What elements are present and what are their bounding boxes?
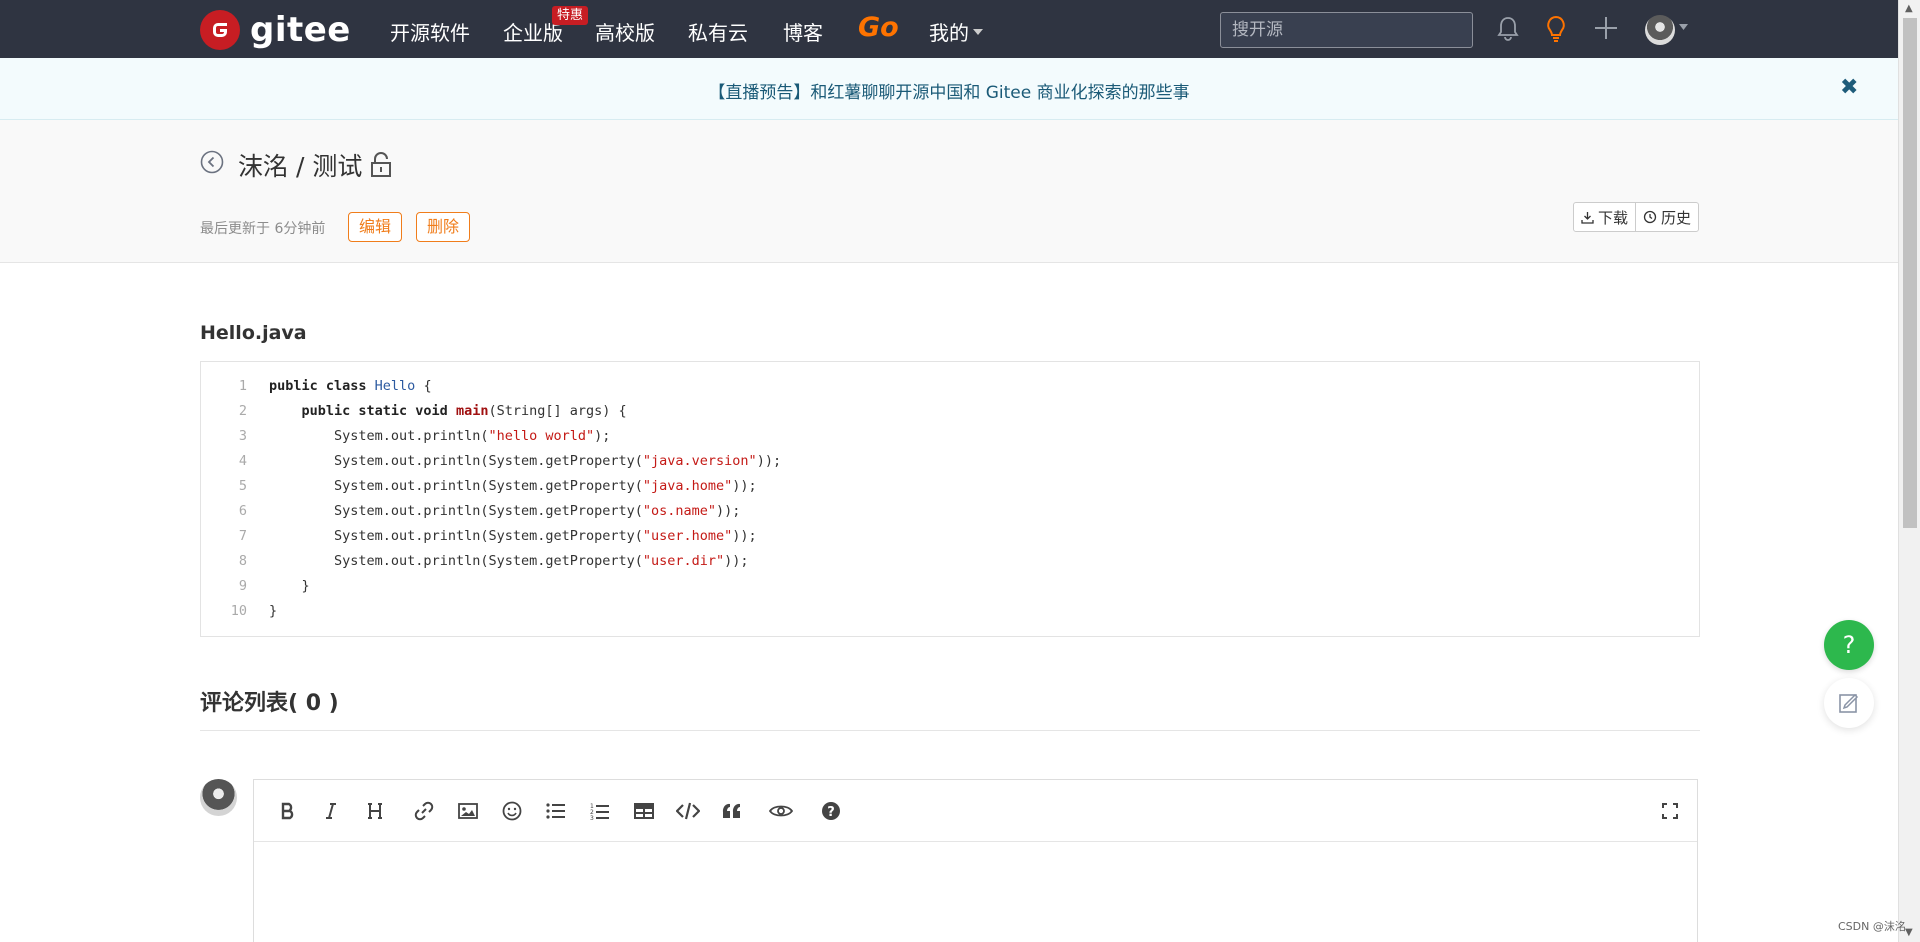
- nav-go[interactable]: Go: [858, 12, 899, 43]
- link-icon[interactable]: [412, 799, 436, 823]
- code-line: 6 System.out.println(System.getProperty(…: [201, 499, 1699, 524]
- editor-toolbar: 123 ?: [254, 780, 1697, 842]
- back-icon[interactable]: [200, 150, 224, 174]
- scroll-down-icon[interactable]: ▼: [1905, 927, 1913, 938]
- top-navbar: gitee 开源软件 企业版 特惠 高校版 私有云 博客 Go 我的: [0, 0, 1898, 58]
- caret-down-icon[interactable]: [1679, 24, 1688, 30]
- nav-university[interactable]: 高校版: [595, 17, 655, 46]
- code-line: 7 System.out.println(System.getProperty(…: [201, 524, 1699, 549]
- last-updated: 最后更新于 6分钟前: [200, 221, 326, 237]
- code-line: 3 System.out.println("hello world");: [201, 424, 1699, 449]
- line-number: 3: [238, 428, 247, 444]
- snippet-title: 沫洺 / 测试: [238, 152, 363, 181]
- bullet-list-icon[interactable]: [544, 799, 568, 823]
- code-icon[interactable]: [676, 799, 700, 823]
- line-number: 4: [238, 453, 247, 469]
- code-line: 5 System.out.println(System.getProperty(…: [201, 474, 1699, 499]
- bell-icon[interactable]: [1497, 15, 1519, 41]
- nav-open-source[interactable]: 开源软件: [390, 17, 470, 46]
- quote-icon[interactable]: [720, 799, 744, 823]
- page-scrollbar[interactable]: ▲ ▼: [1898, 0, 1920, 942]
- svg-text:?: ?: [827, 805, 835, 820]
- code-line: 8 System.out.println(System.getProperty(…: [201, 549, 1699, 574]
- table-icon[interactable]: [632, 799, 656, 823]
- fullscreen-icon[interactable]: [1658, 799, 1682, 823]
- line-number: 9: [238, 578, 247, 594]
- help-icon[interactable]: ?: [819, 799, 843, 823]
- help-button[interactable]: ?: [1824, 620, 1874, 670]
- italic-icon[interactable]: [319, 799, 343, 823]
- edit-button[interactable]: 编辑: [348, 212, 403, 242]
- page-title: 沫洺 / 测试: [238, 147, 392, 183]
- caret-down-icon: [973, 28, 983, 35]
- history-label: 历史: [1661, 208, 1692, 227]
- code-line: 4 System.out.println(System.getProperty(…: [201, 449, 1699, 474]
- bold-icon[interactable]: [276, 799, 300, 823]
- lock-icon: [371, 152, 392, 177]
- line-number: 6: [238, 503, 247, 519]
- heading-icon[interactable]: [363, 799, 387, 823]
- history-button[interactable]: 历史: [1635, 203, 1698, 231]
- code-line: 10}: [201, 599, 1699, 624]
- code-line: 9 }: [201, 574, 1699, 599]
- nav-private-cloud[interactable]: 私有云: [688, 17, 748, 46]
- nav-mine-label: 我的: [929, 21, 969, 45]
- file-name: Hello.java: [200, 322, 307, 344]
- nav-blog[interactable]: 博客: [783, 17, 823, 46]
- code-line: 1 public class Hello {: [201, 374, 1699, 399]
- logo-text: gitee: [250, 10, 351, 50]
- user-avatar[interactable]: [1645, 15, 1675, 45]
- snippet-header: 沫洺 / 测试 最后更新于 6分钟前 编辑 删除 下载 历史: [0, 120, 1898, 263]
- close-icon[interactable]: ✖: [1840, 75, 1858, 100]
- download-icon: [1581, 211, 1594, 224]
- snippet-actions: 下载 历史: [1573, 202, 1700, 232]
- search-input[interactable]: [1220, 12, 1473, 48]
- line-number: 1: [238, 378, 247, 394]
- feedback-button[interactable]: [1824, 678, 1874, 728]
- comments-title: 评论列表( 0 ): [200, 691, 339, 716]
- image-icon[interactable]: [456, 799, 480, 823]
- comment-editor[interactable]: 123 ?: [253, 779, 1698, 942]
- nav-promo-badge: 特惠: [552, 6, 589, 25]
- nav-mine-dropdown[interactable]: 我的: [929, 17, 983, 46]
- emoji-icon[interactable]: [500, 799, 524, 823]
- svg-text:3: 3: [590, 815, 594, 820]
- history-icon: [1643, 210, 1657, 224]
- scroll-thumb[interactable]: [1903, 18, 1917, 528]
- avatar: [200, 779, 237, 816]
- code-line: 2 public static void main(String[] args)…: [201, 399, 1699, 424]
- gitee-logo-icon: [200, 10, 240, 50]
- line-number: 2: [238, 403, 247, 419]
- divider: [200, 730, 1700, 731]
- plus-icon[interactable]: [1594, 15, 1618, 41]
- announcement-text[interactable]: 【直播预告】和红薯聊聊开源中国和 Gitee 商业化探索的那些事: [0, 78, 1898, 103]
- numbered-list-icon[interactable]: 123: [588, 799, 612, 823]
- announcement-bar: 【直播预告】和红薯聊聊开源中国和 Gitee 商业化探索的那些事 ✖: [0, 58, 1898, 120]
- download-label: 下载: [1598, 208, 1629, 227]
- lightbulb-icon[interactable]: [1545, 15, 1567, 43]
- delete-button[interactable]: 删除: [416, 212, 471, 242]
- feedback-icon: [1839, 693, 1859, 713]
- watermark: CSDN @沫洺: [1838, 920, 1906, 933]
- scroll-up-icon[interactable]: ▲: [1905, 3, 1913, 14]
- line-number: 10: [230, 603, 247, 619]
- line-number: 7: [238, 528, 247, 544]
- line-number: 8: [238, 553, 247, 569]
- gitee-logo[interactable]: gitee: [200, 10, 351, 50]
- download-button[interactable]: 下载: [1574, 203, 1635, 231]
- code-viewer: 1 public class Hello { 2 public static vo…: [200, 361, 1700, 637]
- line-number: 5: [238, 478, 247, 494]
- preview-icon[interactable]: [769, 799, 793, 823]
